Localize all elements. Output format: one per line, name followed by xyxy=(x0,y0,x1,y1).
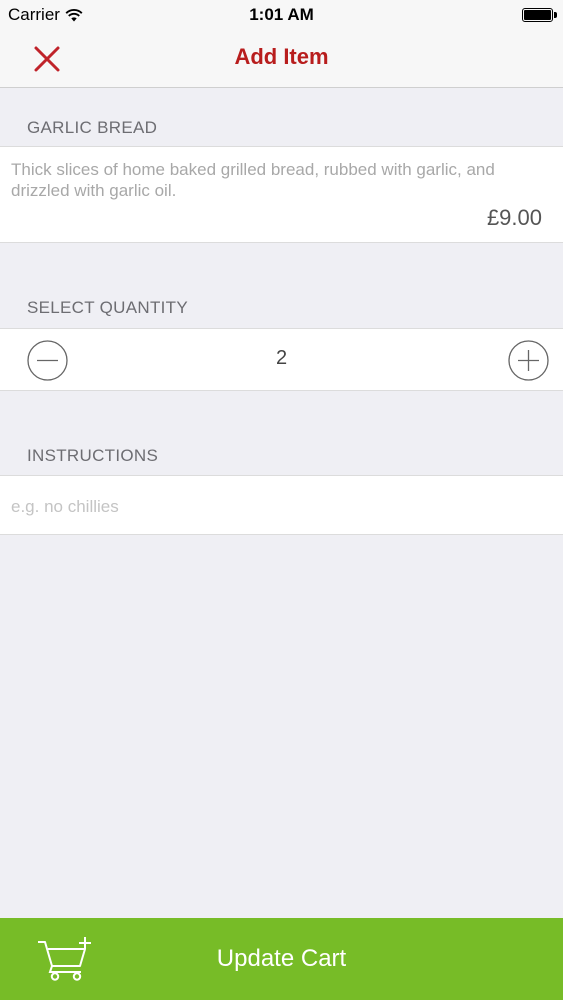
battery-icon xyxy=(522,8,553,22)
instructions-header: INSTRUCTIONS xyxy=(27,446,159,465)
plus-circle-icon xyxy=(508,340,549,381)
nav-bar: Add Item xyxy=(0,30,563,88)
item-name-header: GARLIC BREAD xyxy=(27,118,158,137)
quantity-value: 2 xyxy=(275,347,288,369)
instructions-input[interactable] xyxy=(11,494,531,520)
item-price: £9.00 xyxy=(486,205,542,230)
status-bar: Carrier 1:01 AM xyxy=(0,0,563,30)
item-description: Thick slices of home baked grilled bread… xyxy=(11,160,495,200)
status-time: 1:01 AM xyxy=(249,5,314,24)
update-cart-label: Update Cart xyxy=(216,945,347,972)
battery-tip xyxy=(554,12,557,18)
update-cart-button[interactable]: Update Cart xyxy=(0,918,563,1000)
quantity-header: SELECT QUANTITY xyxy=(27,298,188,317)
increment-button[interactable] xyxy=(508,340,549,381)
page-title: Add Item xyxy=(234,44,329,69)
instructions-card xyxy=(0,475,563,535)
quantity-stepper: 2 xyxy=(0,328,563,391)
item-card: Thick slices of home baked grilled bread… xyxy=(0,146,563,243)
